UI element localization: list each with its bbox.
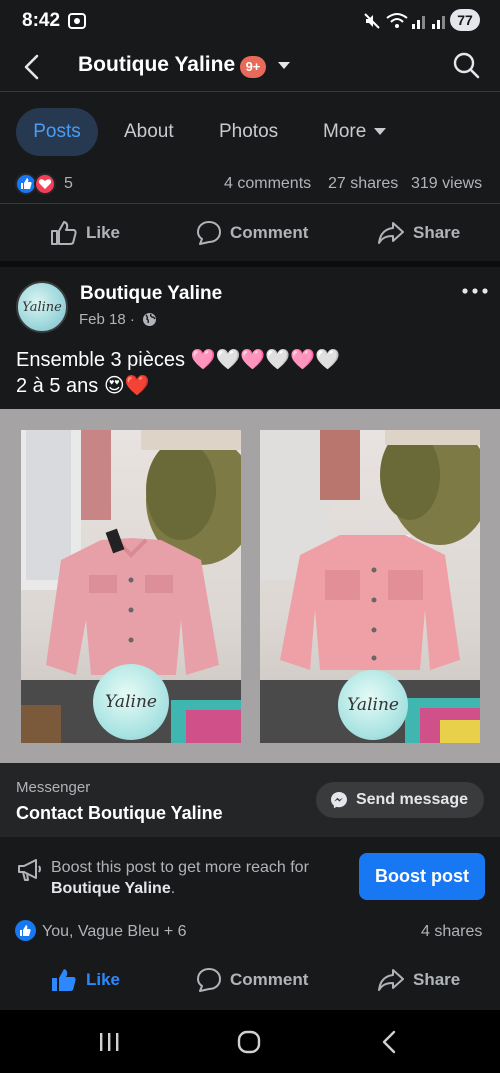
megaphone-icon	[16, 858, 42, 882]
search-icon[interactable]	[452, 51, 480, 79]
tab-photos[interactable]: Photos	[219, 108, 278, 156]
comment-button[interactable]: Comment	[196, 960, 308, 1000]
send-message-label: Send message	[355, 791, 468, 808]
status-bar: 8:42 77	[0, 0, 500, 42]
comment-label: Comment	[230, 970, 309, 989]
like-label: Like	[86, 223, 121, 242]
like-button-active[interactable]: Like	[50, 960, 120, 1000]
reaction-count[interactable]: 5	[64, 175, 73, 193]
back-arrow-icon[interactable]	[20, 54, 44, 80]
post-text-line2: 2 à 5 ans 😍❤️	[16, 375, 150, 397]
comment-button[interactable]: Comment	[196, 213, 308, 253]
more-caret-icon	[374, 128, 386, 136]
tab-more[interactable]: More	[323, 108, 366, 156]
signal-icon	[410, 12, 450, 30]
system-nav-bar	[0, 1010, 500, 1073]
brand-logo-watermark: Yaline	[338, 670, 408, 740]
boost-prompt-text: Boost this post to get more reach for Bo…	[51, 857, 341, 899]
comment-label: Comment	[230, 223, 309, 242]
share-icon	[377, 221, 405, 245]
page-avatar[interactable]: Yaline	[16, 281, 68, 333]
battery-indicator: 77	[450, 9, 480, 31]
boost-prompt-line2: Boutique Yaline.	[51, 878, 341, 899]
divider	[0, 203, 500, 204]
boost-period: .	[170, 880, 176, 897]
post-shares-count[interactable]: 4 shares	[421, 923, 482, 941]
status-time: 8:42	[22, 10, 61, 31]
home-icon[interactable]	[237, 1030, 261, 1054]
reactions-summary[interactable]: You, Vague Bleu + 6	[42, 923, 187, 941]
screen-record-icon	[68, 13, 86, 29]
post-photo-1[interactable]: Yaline	[21, 430, 241, 743]
globe-icon	[142, 312, 157, 327]
boost-page-name: Boutique Yaline	[51, 880, 171, 897]
comment-icon	[196, 220, 222, 246]
recent-apps-icon[interactable]	[98, 1032, 120, 1052]
thumbs-up-filled-icon	[50, 967, 78, 993]
thumbs-up-icon	[50, 220, 78, 246]
messenger-icon	[330, 791, 348, 809]
contact-page-label[interactable]: Contact Boutique Yaline	[16, 803, 223, 824]
notification-badge: 9+	[240, 56, 266, 78]
logo-text: Yaline	[105, 692, 157, 712]
logo-text: Yaline	[347, 695, 399, 715]
tab-more-label: More	[323, 121, 367, 142]
love-reaction-icon	[34, 173, 56, 195]
comment-icon	[196, 967, 222, 993]
boost-post-button[interactable]: Boost post	[359, 853, 485, 900]
comments-count[interactable]: 4 comments	[224, 175, 311, 193]
share-button[interactable]: Share	[377, 960, 460, 1000]
post-photo-2[interactable]: Yaline	[260, 430, 480, 743]
back-icon[interactable]	[380, 1030, 398, 1054]
share-label: Share	[413, 223, 461, 242]
send-message-button[interactable]: Send message	[315, 782, 484, 818]
messenger-label: Messenger	[16, 779, 91, 796]
tab-posts[interactable]: Posts	[16, 108, 98, 156]
post-photo-collage[interactable]: Yaline Yaline	[0, 409, 500, 763]
post-text-line1: Ensemble 3 pièces 🩷🤍🩷🤍🩷🤍	[16, 349, 340, 371]
tab-about[interactable]: About	[124, 108, 174, 156]
shares-count[interactable]: 27 shares	[328, 175, 398, 193]
like-reaction-icon	[15, 920, 36, 941]
share-button[interactable]: Share	[377, 213, 460, 253]
avatar-logo-text: Yaline	[22, 299, 62, 315]
header-divider	[0, 91, 500, 92]
share-label: Share	[413, 970, 461, 989]
page-header: Boutique Yaline 9+	[0, 42, 500, 92]
boost-prompt-line1: Boost this post to get more reach for	[51, 859, 309, 876]
post-date[interactable]: Feb 18 ·	[79, 311, 135, 328]
share-icon	[377, 968, 405, 992]
post-author[interactable]: Boutique Yaline	[80, 283, 222, 305]
dropdown-caret-icon[interactable]	[277, 61, 291, 71]
post-separator	[0, 261, 500, 267]
brand-logo-watermark: Yaline	[93, 664, 169, 740]
mute-icon	[363, 12, 381, 30]
like-label: Like	[86, 970, 121, 989]
page-title[interactable]: Boutique Yaline	[78, 53, 235, 77]
like-button[interactable]: Like	[50, 213, 120, 253]
prev-post-stats: 5 4 comments 27 shares 319 views	[0, 172, 500, 198]
views-count: 319 views	[411, 175, 483, 192]
wifi-icon	[386, 12, 408, 30]
messenger-cta: Messenger Contact Boutique Yaline Send m…	[0, 763, 500, 837]
more-options-icon[interactable]	[462, 288, 488, 294]
